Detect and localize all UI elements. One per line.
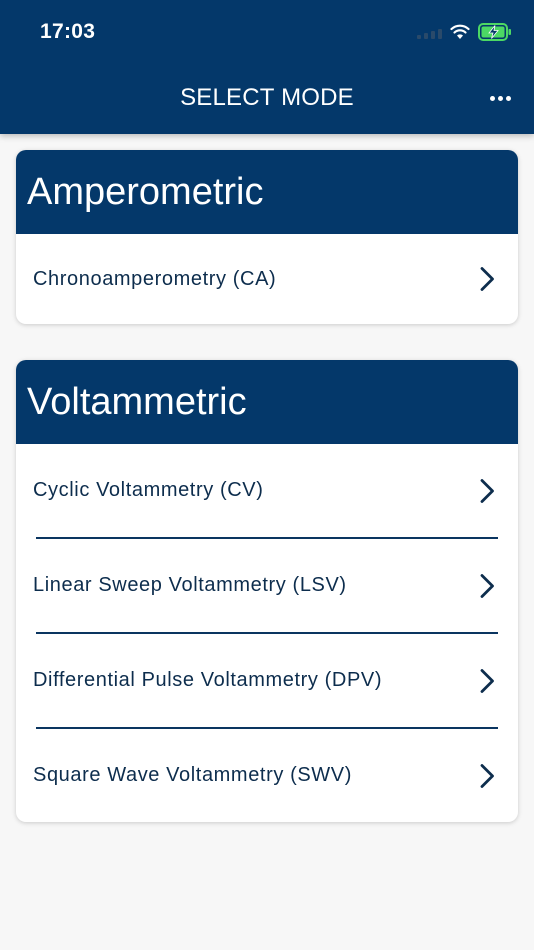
chevron-right-icon (480, 763, 494, 788)
mode-item-label: Linear Sweep Voltammetry (LSV) (33, 574, 347, 596)
mode-item-label: Chronoamperometry (CA) (33, 267, 277, 290)
chevron-right-icon (480, 573, 494, 598)
status-time: 17:03 (40, 20, 96, 43)
page-title: SELECT MODE (180, 84, 354, 111)
status-icons (417, 22, 512, 42)
section-title-amperometric: Amperometric (27, 170, 264, 213)
chevron-right-icon (480, 267, 494, 291)
mode-item-label: Cyclic Voltammetry (CV) (33, 479, 264, 501)
section-header: Voltammetric (16, 360, 518, 444)
more-horizontal-icon (489, 95, 495, 101)
section-title-voltammetric: Voltammetric (27, 380, 247, 423)
mode-item-differential-pulse-voltammetry[interactable]: Differential Pulse Voltammetry (DPV) (16, 634, 518, 727)
voltammetric-section-card: Voltammetric Cyclic Voltammetry (CV) Lin… (16, 360, 518, 822)
wifi-icon (450, 24, 470, 39)
cellular-signal-icon (417, 25, 442, 39)
amperometric-section-card: Amperometric Chronoamperometry (CA) (16, 150, 518, 324)
more-options-button[interactable] (484, 86, 516, 110)
mode-item-label: Square Wave Voltammetry (SWV) (33, 764, 352, 786)
mode-item-chronoamperometry[interactable]: Chronoamperometry (CA) (16, 234, 518, 324)
mode-item-linear-sweep-voltammetry[interactable]: Linear Sweep Voltammetry (LSV) (16, 539, 518, 632)
section-header: Amperometric (16, 150, 518, 234)
chevron-right-icon (480, 478, 494, 503)
mode-item-square-wave-voltammetry[interactable]: Square Wave Voltammetry (SWV) (16, 729, 518, 822)
top-navigation-bar: 17:03 SELECT MODE (0, 0, 534, 134)
chevron-right-icon (480, 668, 494, 693)
battery-charging-icon (478, 23, 511, 41)
mode-item-label: Differential Pulse Voltammetry (DPV) (33, 669, 383, 691)
mode-item-cyclic-voltammetry[interactable]: Cyclic Voltammetry (CV) (16, 444, 518, 537)
